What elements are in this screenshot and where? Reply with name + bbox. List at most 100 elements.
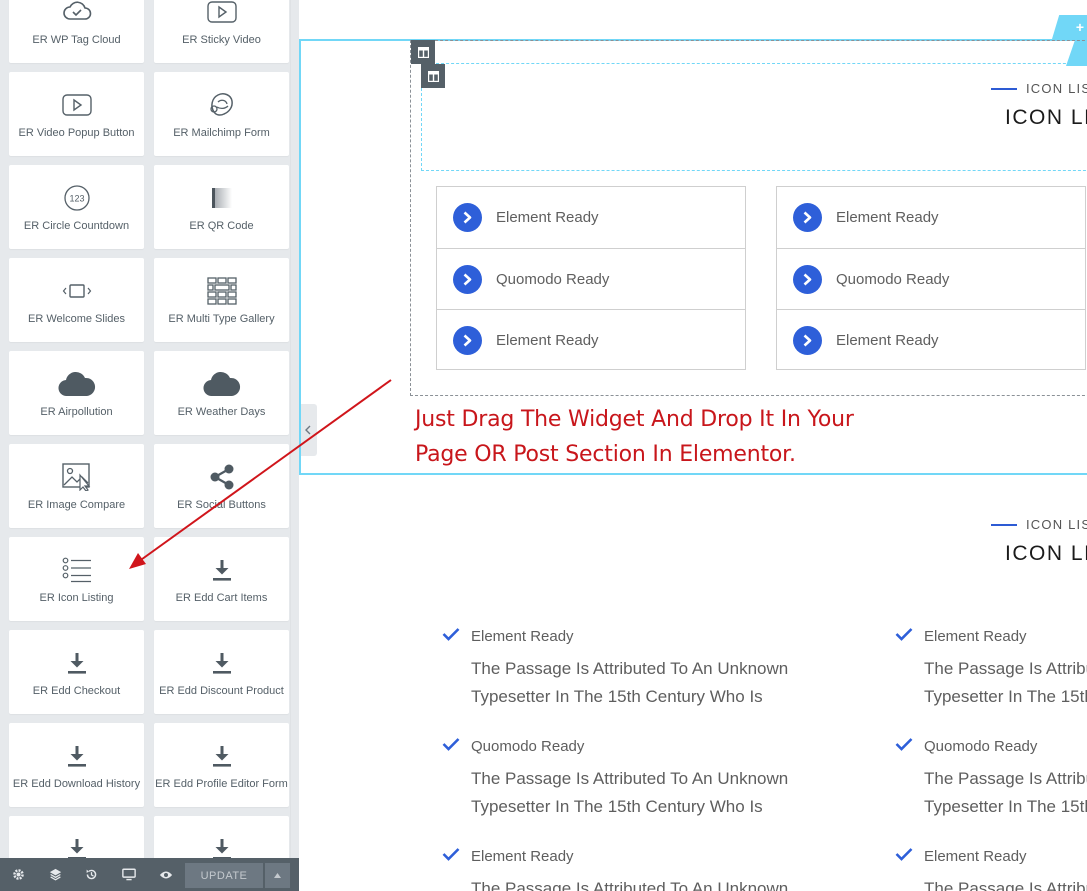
inner-column-handle[interactable] (421, 64, 445, 88)
feature-title: Quomodo Ready (442, 737, 788, 755)
tutorial-annotation: Just Drag The Widget And Drop It In Your… (415, 402, 854, 472)
widget-label: ER Edd Download History (12, 778, 141, 790)
list-item-label: Quomodo Ready (496, 270, 610, 288)
feature-title-text: Quomodo Ready (924, 737, 1038, 755)
layers-icon (49, 868, 62, 881)
section-subtitle-2: ICON LIS (991, 517, 1087, 532)
widget-label: ER Edd Discount Product (159, 685, 284, 697)
video-play-icon (9, 90, 144, 120)
counter-icon: 123 (9, 183, 144, 213)
gallery-grid-icon (154, 276, 289, 306)
section-title-2: ICON LI (1005, 542, 1087, 565)
qr-code-icon (154, 183, 289, 213)
cloud-icon (154, 369, 289, 399)
feature-title-text: Element Ready (924, 847, 1027, 865)
widget-label: ER QR Code (189, 220, 254, 232)
widget-label: ER Edd Profile Editor Form (155, 778, 288, 790)
widget-label: ER Sticky Video (182, 34, 261, 46)
widget-tile[interactable]: ER Video Popup Button (9, 72, 144, 156)
chevron-right-icon (793, 264, 822, 294)
feature-description: The Passage Is Attribu Typesetter In The … (924, 655, 1087, 711)
feature-title-text: Element Ready (471, 627, 574, 645)
add-section-handle[interactable]: + (1052, 15, 1087, 39)
check-icon (442, 847, 471, 865)
feature-description-line: Typesetter In The 15th Century Who Is (471, 797, 763, 816)
widget-tile[interactable]: ER WP Tag Cloud (9, 0, 144, 63)
settings-button[interactable] (0, 858, 37, 891)
feature-item: Quomodo Ready The Passage Is Attributed T… (442, 737, 788, 821)
subtitle-line (991, 87, 1017, 90)
icon-list-box[interactable]: Element Ready Quomodo Ready Element Ready (436, 186, 746, 370)
subtitle-text: ICON LIS (1026, 517, 1087, 532)
widget-tile[interactable]: ER Edd Download History (9, 723, 144, 807)
subtitle-line (991, 523, 1017, 526)
list-item[interactable]: Element Ready (437, 187, 745, 248)
widget-tile[interactable]: 123 ER Circle Countdown (9, 165, 144, 249)
list-item[interactable]: Element Ready (777, 187, 1085, 248)
feature-description-line: Typesetter In The 15th (924, 687, 1087, 706)
feature-description-line: The Passage Is Attributed To An Unknown (471, 879, 789, 891)
widget-label: ER Edd Checkout (32, 685, 121, 697)
feature-item: Quomodo Ready The Passage Is Attribu Types… (895, 737, 1087, 821)
feature-description-line: Typesetter In The 15th Century Who Is (471, 687, 763, 706)
icon-list-box[interactable]: Element Ready Quomodo Ready Element Ready (776, 186, 1086, 370)
widget-tile[interactable]: ER Edd Profile Editor Form (154, 723, 289, 807)
editor-inner-column[interactable] (421, 63, 1087, 171)
list-item[interactable]: Quomodo Ready (437, 248, 745, 309)
list-item[interactable]: Element Ready (777, 309, 1085, 370)
widget-tile[interactable]: ER Edd Cart Items (154, 537, 289, 621)
responsive-mode-button[interactable] (110, 858, 147, 891)
svg-text:123: 123 (69, 194, 84, 204)
preview-icon (159, 871, 172, 878)
panel-scrollbar[interactable] (290, 0, 299, 858)
feature-description-line: The Passage Is Attribu (924, 769, 1087, 788)
widget-tile[interactable]: ER Image Compare (9, 444, 144, 528)
widget-label: ER Social Buttons (177, 499, 266, 511)
widget-tile[interactable]: ER Edd Checkout (9, 630, 144, 714)
check-icon (895, 847, 924, 865)
save-options-button[interactable] (265, 863, 290, 888)
list-item[interactable]: Element Ready (437, 309, 745, 370)
widget-label: ER Icon Listing (39, 592, 114, 604)
widget-tile[interactable]: ER Weather Days (154, 351, 289, 435)
widget-label: ER Circle Countdown (23, 220, 130, 232)
mailchimp-icon (154, 90, 289, 120)
widget-tile[interactable]: ER Welcome Slides (9, 258, 144, 342)
navigator-button[interactable] (37, 858, 74, 891)
widget-tile[interactable]: ER Airpollution (9, 351, 144, 435)
widget-tile[interactable]: ER Multi Type Gallery (154, 258, 289, 342)
widget-tile[interactable]: ER Edd Discount Product (154, 630, 289, 714)
slides-icon (9, 276, 144, 306)
widget-label: ER Welcome Slides (28, 313, 125, 325)
feature-description: The Passage Is Attribu (924, 875, 1087, 891)
update-button[interactable]: UPDATE (185, 863, 263, 888)
image-compare-icon (9, 462, 144, 492)
widget-tile[interactable]: ER Social Buttons (154, 444, 289, 528)
chevron-right-icon (793, 203, 822, 232)
preview-button[interactable] (147, 858, 184, 891)
widget-tile[interactable]: ER QR Code (154, 165, 289, 249)
download-icon (9, 648, 144, 678)
responsive-icon (121, 868, 136, 881)
chevron-right-icon (453, 264, 482, 294)
widget-tile[interactable]: ER Mailchimp Form (154, 72, 289, 156)
feature-description-line: The Passage Is Attribu (924, 879, 1087, 891)
list-item-label: Element Ready (836, 209, 939, 226)
widget-tile[interactable]: ER Icon Listing (9, 537, 144, 621)
cloud-icon (9, 369, 144, 399)
list-item[interactable]: Quomodo Ready (777, 248, 1085, 309)
column-handle[interactable] (411, 40, 435, 64)
widget-tile[interactable]: ER Sticky Video (154, 0, 289, 63)
history-button[interactable] (73, 858, 110, 891)
column-icon (417, 46, 429, 58)
widget-label: ER Video Popup Button (18, 127, 135, 139)
chevron-right-icon (453, 325, 482, 355)
list-icon (9, 555, 144, 585)
download-icon (154, 741, 289, 771)
feature-description-line: The Passage Is Attributed To An Unknown (471, 659, 789, 678)
widget-label: ER Mailchimp Form (173, 127, 270, 139)
feature-item: Element Ready The Passage Is Attributed T… (442, 847, 788, 891)
section-subtitle: ICON LIS (991, 81, 1087, 96)
annotation-line-1: Just Drag The Widget And Drop It In Your (415, 407, 854, 432)
list-item-label: Quomodo Ready (836, 270, 950, 288)
